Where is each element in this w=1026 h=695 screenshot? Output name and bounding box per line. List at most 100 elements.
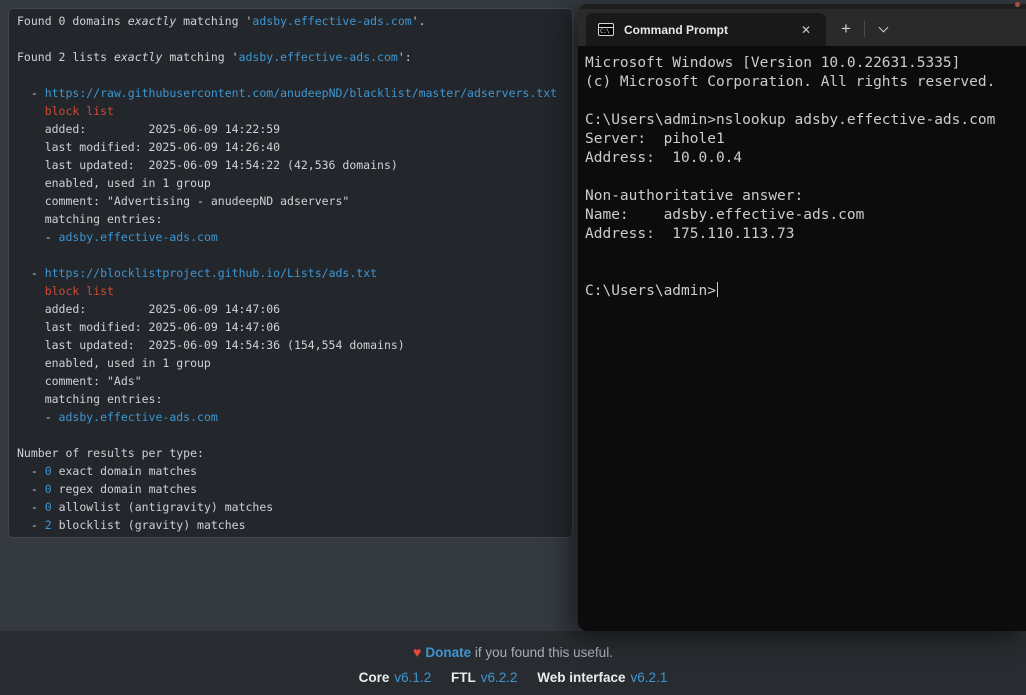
terminal-window: C:\ Command Prompt ✕ + Microsoft Windows… — [578, 4, 1026, 631]
code-line: last updated: 2025-06-09 14:54:36 (154,5… — [17, 336, 564, 354]
terminal-line: C:\Users\admin>nslookup adsby.effective-… — [585, 111, 1020, 130]
code-text: - — [17, 86, 45, 100]
code-line: matching entries: — [17, 210, 564, 228]
tab-command-prompt[interactable]: C:\ Command Prompt ✕ — [586, 13, 826, 46]
terminal-output: Microsoft Windows [Version 10.0.22631.53… — [585, 54, 1020, 301]
code-text: - — [17, 500, 45, 514]
terminal-line: Name: adsby.effective-ads.com — [585, 206, 1020, 225]
terminal-line: Microsoft Windows [Version 10.0.22631.53… — [585, 54, 1020, 73]
terminal-line — [585, 263, 1020, 282]
code-text: exact domain matches — [52, 464, 197, 478]
code-line: comment: "Advertising - anudeepND adserv… — [17, 192, 564, 210]
code-text: enabled, used in 1 group — [17, 176, 211, 190]
code-text: - — [17, 464, 45, 478]
code-text: Found 2 lists — [17, 50, 114, 64]
terminal-body[interactable]: Microsoft Windows [Version 10.0.22631.53… — [578, 46, 1026, 631]
code-line: - 0 exact domain matches — [17, 462, 564, 480]
code-text: enabled, used in 1 group — [17, 356, 211, 370]
prompt-text: C:\Users\admin> — [585, 283, 716, 299]
ftl-label: FTL — [451, 670, 476, 685]
code-text: added: 2025-06-09 14:22:59 — [17, 122, 280, 136]
code-line: enabled, used in 1 group — [17, 174, 564, 192]
terminal-line: (c) Microsoft Corporation. All rights re… — [585, 73, 1020, 92]
result-link[interactable]: https://blocklistproject.github.io/Lists… — [45, 266, 377, 280]
code-text: block list — [45, 104, 114, 118]
code-text: - — [17, 230, 59, 244]
core-label: Core — [359, 670, 390, 685]
result-link[interactable]: adsby.effective-ads.com — [239, 50, 398, 64]
code-line: Found 2 lists exactly matching 'adsby.ef… — [17, 48, 564, 66]
tab-bar-divider — [864, 21, 865, 37]
code-line: block list — [17, 102, 564, 120]
code-line — [17, 30, 564, 48]
result-link[interactable]: https://raw.githubusercontent.com/anudee… — [45, 86, 557, 100]
donate-text: if you found this useful. — [471, 645, 613, 660]
code-text: allowlist (antigravity) matches — [52, 500, 274, 514]
result-link[interactable]: adsby.effective-ads.com — [252, 14, 411, 28]
new-tab-button[interactable]: + — [832, 15, 860, 43]
code-text: added: 2025-06-09 14:47:06 — [17, 302, 280, 316]
code-line — [17, 246, 564, 264]
code-line: - 0 regex domain matches — [17, 480, 564, 498]
close-icon: ✕ — [801, 23, 811, 37]
code-line — [17, 66, 564, 84]
code-text: exactly — [114, 50, 162, 64]
plus-icon: + — [841, 19, 851, 39]
donate-link[interactable]: Donate — [425, 645, 471, 660]
version-line: Corev6.1.2 FTLv6.2.2 Web interfacev6.2.1 — [0, 670, 1026, 685]
code-line: block list — [17, 282, 564, 300]
code-text: - — [17, 266, 45, 280]
donate-line: ♥ Donate if you found this useful. — [0, 644, 1026, 660]
notification-dot — [1015, 2, 1020, 7]
code-line: added: 2025-06-09 14:47:06 — [17, 300, 564, 318]
search-results-panel: Found 0 domains exactly matching 'adsby.… — [8, 8, 573, 538]
code-line — [17, 426, 564, 444]
code-text — [17, 284, 45, 298]
code-text: matching ' — [162, 50, 238, 64]
code-line: - adsby.effective-ads.com — [17, 408, 564, 426]
ftl-version-link[interactable]: v6.2.2 — [481, 670, 518, 685]
tab-title: Command Prompt — [624, 23, 728, 37]
prompt-line: C:\Users\admin> — [585, 282, 1020, 301]
core-version-link[interactable]: v6.1.2 — [394, 670, 431, 685]
heart-icon: ♥ — [413, 644, 421, 660]
search-output: Found 0 domains exactly matching 'adsby.… — [17, 12, 564, 534]
code-line: last modified: 2025-06-09 14:47:06 — [17, 318, 564, 336]
code-line: last updated: 2025-06-09 14:54:22 (42,53… — [17, 156, 564, 174]
code-text: last modified: 2025-06-09 14:47:06 — [17, 320, 280, 334]
code-line: - adsby.effective-ads.com — [17, 228, 564, 246]
chevron-down-icon — [878, 22, 888, 32]
terminal-line: Address: 175.110.113.73 — [585, 225, 1020, 244]
terminal-line: Address: 10.0.0.4 — [585, 149, 1020, 168]
tab-bar: C:\ Command Prompt ✕ + — [578, 9, 1026, 46]
code-text: ': — [398, 50, 412, 64]
code-text: comment: "Advertising - anudeepND adserv… — [17, 194, 349, 208]
page-footer: ♥ Donate if you found this useful. Core v6… — [0, 631, 1026, 695]
tab-dropdown-button[interactable] — [869, 15, 897, 43]
code-text: - — [17, 518, 45, 532]
code-line: - 2 blocklist (gravity) matches — [17, 516, 564, 534]
web-interface-version-link[interactable]: v6.2.1 — [631, 670, 668, 685]
terminal-line: Non-authoritative answer: — [585, 187, 1020, 206]
code-text: Found 0 domains — [17, 14, 128, 28]
code-line: - https://raw.githubusercontent.com/anud… — [17, 84, 564, 102]
code-line: enabled, used in 1 group — [17, 354, 564, 372]
result-link[interactable]: adsby.effective-ads.com — [59, 410, 218, 424]
code-text: 2 — [45, 518, 52, 532]
text-cursor — [717, 282, 719, 297]
code-text: 0 — [45, 500, 52, 514]
code-text: '. — [412, 14, 426, 28]
code-text: regex domain matches — [52, 482, 197, 496]
code-line: matching entries: — [17, 390, 564, 408]
code-text: comment: "Ads" — [17, 374, 142, 388]
tab-close-button[interactable]: ✕ — [796, 20, 816, 40]
code-text: - — [17, 410, 59, 424]
code-text: matching entries: — [17, 212, 162, 226]
result-link[interactable]: adsby.effective-ads.com — [59, 230, 218, 244]
code-line: - https://blocklistproject.github.io/Lis… — [17, 264, 564, 282]
cmd-icon: C:\ — [598, 23, 614, 36]
code-text: last updated: 2025-06-09 14:54:36 (154,5… — [17, 338, 405, 352]
terminal-line — [585, 92, 1020, 111]
code-line: last modified: 2025-06-09 14:26:40 — [17, 138, 564, 156]
code-text: - — [17, 482, 45, 496]
